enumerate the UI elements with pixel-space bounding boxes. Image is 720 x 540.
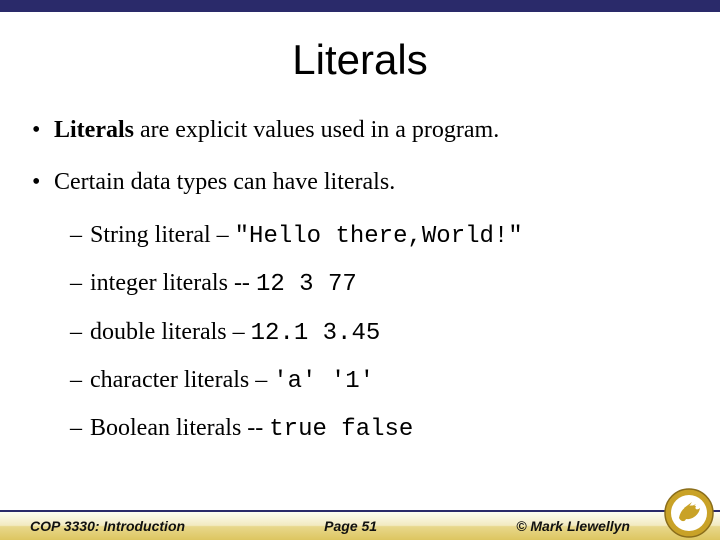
bullet-text: Literals are explicit values used in a p… (54, 114, 692, 146)
bullet-dash-icon: – (70, 364, 90, 398)
footer-bar: COP 3330: Introduction Page 51 © Mark Ll… (0, 510, 720, 540)
footer-course: COP 3330: Introduction (30, 518, 185, 534)
bullet-dash-icon: – (70, 316, 90, 350)
bullet-text: Certain data types can have literals. (54, 166, 692, 198)
sub-bullet-item: – String literal – "Hello there,World!" (70, 219, 692, 253)
code-text: "Hello there,World!" (235, 223, 523, 250)
slide: Literals • Literals are explicit values … (0, 0, 720, 540)
sub-bullet-text: character literals – 'a' '1' (90, 364, 692, 398)
sub-bullet-item: – character literals – 'a' '1' (70, 364, 692, 398)
footer-author: © Mark Llewellyn (516, 518, 650, 534)
code-text: 12.1 3.45 (251, 320, 381, 347)
footer-page: Page 51 (324, 518, 377, 534)
code-text: 12 3 77 (256, 271, 357, 298)
sub-bullet-item: – Boolean literals -- true false (70, 412, 692, 446)
sub-bullet-text: double literals – 12.1 3.45 (90, 316, 692, 350)
bullet-dash-icon: – (70, 219, 90, 253)
code-text: 'a' '1' (273, 368, 374, 395)
footer: COP 3330: Introduction Page 51 © Mark Ll… (0, 510, 720, 540)
sub-bullet-text: integer literals -- 12 3 77 (90, 267, 692, 301)
bullet-dot-icon: • (28, 114, 54, 146)
bullet-dash-icon: – (70, 267, 90, 301)
sub-bullet-text: Boolean literals -- true false (90, 412, 692, 446)
bullet-item: • Literals are explicit values used in a… (28, 114, 692, 146)
code-text: true false (269, 416, 413, 443)
sub-bullet-text: String literal – "Hello there,World!" (90, 219, 692, 253)
sub-bullet-item: – double literals – 12.1 3.45 (70, 316, 692, 350)
emphasis: Literals (54, 117, 134, 143)
ucf-pegasus-logo-icon (664, 488, 714, 538)
top-accent-bar (0, 0, 720, 12)
bullet-dot-icon: • (28, 166, 54, 198)
slide-content: • Literals are explicit values used in a… (0, 114, 720, 447)
bullet-item: • Certain data types can have literals. (28, 166, 692, 198)
sub-bullet-item: – integer literals -- 12 3 77 (70, 267, 692, 301)
bullet-dash-icon: – (70, 412, 90, 446)
slide-title: Literals (0, 36, 720, 84)
